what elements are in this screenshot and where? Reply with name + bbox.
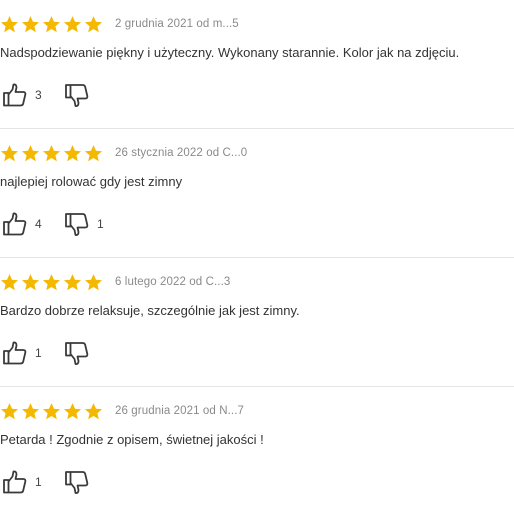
like-count: 1 <box>35 475 42 489</box>
star-icon <box>0 402 19 419</box>
star-icon <box>63 144 82 161</box>
star-rating <box>0 144 103 163</box>
review-votes: 1 <box>0 467 105 497</box>
review-text: Nadspodziewanie piękny i użyteczny. Wyko… <box>0 45 460 60</box>
thumbs-up-icon <box>0 80 30 110</box>
dislike-button[interactable] <box>62 80 105 110</box>
thumbs-up-icon <box>0 338 30 368</box>
star-icon <box>42 273 61 290</box>
review-item: 6 lutego 2022 od C...3 Bardzo dobrze rel… <box>0 258 514 387</box>
thumbs-down-icon <box>62 467 92 497</box>
review-date: 26 grudnia 2021 od N...7 <box>115 405 244 417</box>
star-icon <box>84 402 103 419</box>
like-button[interactable]: 4 <box>0 209 62 239</box>
review-meta: 6 lutego 2022 od C...3 <box>0 272 230 292</box>
like-count: 3 <box>35 88 42 102</box>
review-text: Bardzo dobrze relaksuje, szczególnie jak… <box>0 303 300 318</box>
like-button[interactable]: 1 <box>0 338 62 368</box>
dislike-button[interactable] <box>62 467 105 497</box>
review-votes: 1 <box>0 338 105 368</box>
like-count: 4 <box>35 217 42 231</box>
star-icon <box>21 144 40 161</box>
review-votes: 4 1 <box>0 209 105 239</box>
thumbs-down-icon <box>62 209 92 239</box>
thumbs-down-icon <box>62 338 92 368</box>
star-icon <box>0 273 19 290</box>
dislike-count: 1 <box>97 217 104 231</box>
star-icon <box>0 144 19 161</box>
like-button[interactable]: 1 <box>0 467 62 497</box>
review-list: 2 grudnia 2021 od m...5 Nadspodziewanie … <box>0 0 514 516</box>
star-icon <box>84 15 103 32</box>
dislike-button[interactable]: 1 <box>62 209 105 239</box>
star-rating <box>0 402 103 421</box>
like-button[interactable]: 3 <box>0 80 62 110</box>
like-count: 1 <box>35 346 42 360</box>
star-icon <box>42 402 61 419</box>
star-icon <box>63 15 82 32</box>
star-rating <box>0 273 103 292</box>
thumbs-up-icon <box>0 209 30 239</box>
star-icon <box>21 15 40 32</box>
review-date: 26 stycznia 2022 od C...0 <box>115 147 248 159</box>
star-icon <box>63 273 82 290</box>
review-meta: 26 grudnia 2021 od N...7 <box>0 401 244 421</box>
dislike-button[interactable] <box>62 338 105 368</box>
review-meta: 26 stycznia 2022 od C...0 <box>0 143 247 163</box>
star-icon <box>42 144 61 161</box>
review-date: 2 grudnia 2021 od m...5 <box>115 18 239 30</box>
review-date: 6 lutego 2022 od C...3 <box>115 276 231 288</box>
review-item: 2 grudnia 2021 od m...5 Nadspodziewanie … <box>0 0 514 129</box>
review-meta: 2 grudnia 2021 od m...5 <box>0 14 239 34</box>
review-item: 26 stycznia 2022 od C...0 najlepiej rolo… <box>0 129 514 258</box>
star-icon <box>21 402 40 419</box>
star-icon <box>63 402 82 419</box>
star-icon <box>42 15 61 32</box>
review-text: Petarda ! Zgodnie z opisem, świetnej jak… <box>0 432 264 447</box>
thumbs-down-icon <box>62 80 92 110</box>
star-icon <box>84 144 103 161</box>
star-icon <box>84 273 103 290</box>
review-votes: 3 <box>0 80 105 110</box>
review-item: 26 grudnia 2021 od N...7 Petarda ! Zgodn… <box>0 387 514 516</box>
star-icon <box>0 15 19 32</box>
review-text: najlepiej rolować gdy jest zimny <box>0 174 183 189</box>
star-icon <box>21 273 40 290</box>
star-rating <box>0 15 103 34</box>
thumbs-up-icon <box>0 467 30 497</box>
